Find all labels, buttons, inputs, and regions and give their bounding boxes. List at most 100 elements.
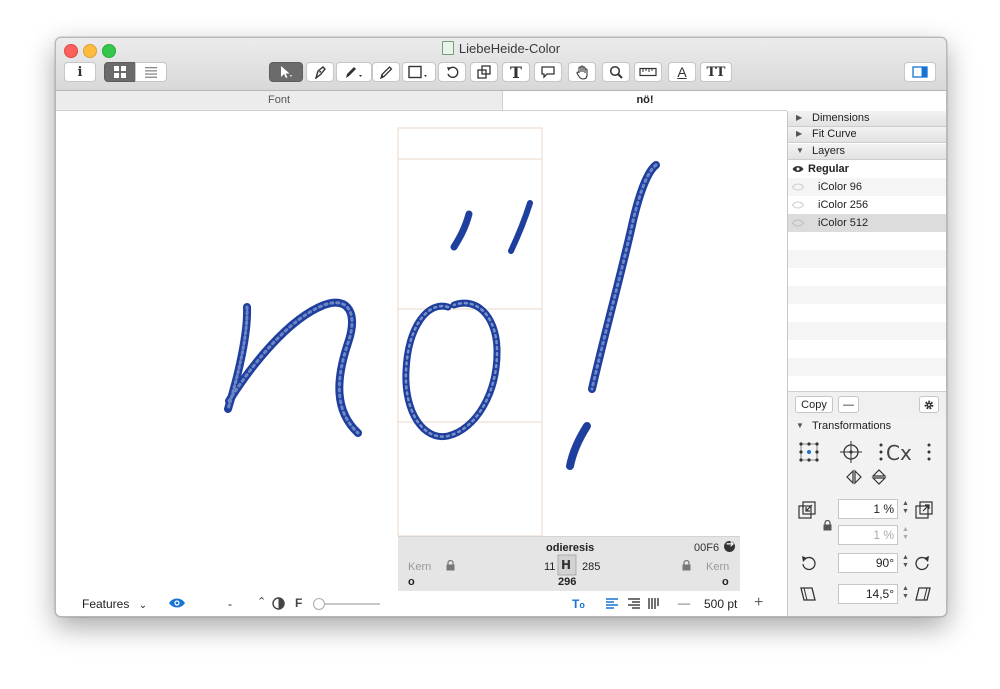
- eye-closed-icon[interactable]: [791, 200, 805, 212]
- width-value[interactable]: 296: [558, 576, 576, 588]
- master-popup[interactable]: -: [228, 597, 232, 611]
- glyph-exclamation-stroke: [566, 161, 660, 470]
- grid-icon: [114, 66, 126, 78]
- zoom-out-button[interactable]: —: [678, 596, 690, 610]
- scale-vertical-stepper[interactable]: ▲ ▼: [901, 526, 910, 544]
- scale-up-icon[interactable]: [915, 501, 933, 524]
- rotate-ccw-icon[interactable]: [800, 555, 816, 576]
- lsb-value[interactable]: 11: [544, 561, 555, 573]
- tab-bar: Font nö!: [56, 91, 787, 111]
- transformations-header[interactable]: Transformations: [812, 420, 891, 432]
- crosshair-icon[interactable]: [839, 441, 863, 468]
- rotate-angle-field[interactable]: 90°: [838, 553, 898, 573]
- scale-percent-field[interactable]: 1 %: [838, 499, 898, 519]
- remove-layer-button[interactable]: —: [838, 396, 859, 413]
- align-right-icon[interactable]: [628, 598, 640, 612]
- list-view-button[interactable]: [135, 62, 167, 82]
- pencil-tool-button[interactable]: [372, 62, 400, 82]
- align-left-icon[interactable]: [606, 598, 618, 612]
- measure-tool-button[interactable]: [634, 62, 662, 82]
- arrow-cursor-icon: [281, 66, 292, 78]
- left-lock-icon[interactable]: [446, 559, 455, 574]
- pen-nib-icon: [314, 66, 326, 79]
- preview-eye-icon[interactable]: [168, 597, 186, 612]
- tab-glyph-text[interactable]: nö!: [503, 91, 787, 110]
- section-dimensions[interactable]: ▶ Dimensions: [788, 111, 946, 127]
- slant-left-icon[interactable]: [800, 586, 816, 607]
- eye-closed-icon[interactable]: [791, 218, 805, 230]
- section-layers[interactable]: ▼ Layers: [788, 144, 946, 160]
- slant-right-icon[interactable]: [915, 586, 931, 607]
- list-icon: [145, 66, 157, 78]
- annotation-tool-button[interactable]: [534, 62, 562, 82]
- left-kern-label: Kern: [408, 561, 432, 573]
- scale-tool-button[interactable]: [470, 62, 498, 82]
- unicode-value[interactable]: 00F6: [694, 542, 719, 554]
- glyph-info-panel: odieresis 00F6 ➔ Kern 11 H 285 Kern 296 …: [398, 536, 740, 591]
- magnifier-icon: [609, 65, 623, 79]
- layer-row[interactable]: iColor 96: [788, 178, 946, 196]
- info-button[interactable]: i: [64, 62, 96, 82]
- disclosure-down-icon[interactable]: ▼: [796, 421, 804, 430]
- bottom-toolbar: Features ⌄ - ⌃ F To — 500 pt +: [56, 591, 787, 616]
- f-toggle[interactable]: F: [295, 596, 302, 610]
- slant-angle-field[interactable]: 14,5°: [838, 584, 898, 604]
- layer-row-regular[interactable]: Regular: [788, 160, 946, 178]
- layers-list: Regular iColor 96 iColor 256 iColor 512: [788, 160, 946, 391]
- metrics-button[interactable]: TT: [700, 62, 732, 82]
- copy-layer-button[interactable]: Copy: [795, 396, 833, 413]
- text-tool-button[interactable]: T: [502, 62, 530, 82]
- font-info-button[interactable]: A: [668, 62, 696, 82]
- shape-tool-button[interactable]: [402, 62, 436, 82]
- zoom-in-button[interactable]: +: [754, 594, 763, 612]
- gear-icon[interactable]: [919, 396, 939, 413]
- layer-row[interactable]: iColor 256: [788, 196, 946, 214]
- features-popup[interactable]: Features ⌄: [82, 597, 147, 611]
- section-fit-curve[interactable]: ▶ Fit Curve: [788, 127, 946, 143]
- rotate-cw-icon[interactable]: [915, 555, 931, 576]
- sidebar-toggle-button[interactable]: [904, 62, 936, 82]
- svg-text:H: H: [561, 558, 571, 572]
- scale-vertical-field[interactable]: 1 %: [838, 525, 898, 545]
- inspector-sidebar: ▶ Dimensions ▶ Fit Curve ▼ Layers Regular i…: [787, 111, 946, 616]
- contrast-icon[interactable]: [272, 597, 285, 613]
- glyph-drawing: [224, 127, 660, 536]
- slant-stepper[interactable]: ▲ ▼: [901, 585, 910, 603]
- origin-point-icon[interactable]: [798, 441, 820, 468]
- left-group[interactable]: o: [408, 576, 415, 588]
- draw-tool-button[interactable]: [306, 62, 334, 82]
- zoom-tool-button[interactable]: [602, 62, 630, 82]
- rotate-tool-button[interactable]: [438, 62, 466, 82]
- flip-vertical-icon[interactable]: [871, 469, 887, 490]
- rotate-stepper[interactable]: ▲ ▼: [901, 554, 910, 572]
- app-window: LiebeHeide-Color i T A TT Font nö! odier…: [55, 37, 947, 617]
- grid-view-button[interactable]: [104, 62, 136, 82]
- edit-canvas[interactable]: odieresis 00F6 ➔ Kern 11 H 285 Kern 296 …: [56, 111, 787, 591]
- scale-stepper[interactable]: ▲ ▼: [901, 500, 910, 518]
- tab-font[interactable]: Font: [56, 91, 503, 110]
- right-lock-icon[interactable]: [682, 559, 691, 574]
- glyph-name[interactable]: odieresis: [546, 542, 594, 554]
- eye-closed-icon[interactable]: [791, 182, 805, 194]
- glyph-o-stroke: [402, 200, 533, 441]
- text-options-icon[interactable]: To: [572, 597, 585, 611]
- rsb-value[interactable]: 285: [582, 561, 600, 573]
- font-size-field[interactable]: 500 pt: [704, 597, 737, 611]
- eye-icon[interactable]: [792, 164, 804, 176]
- document-icon: [441, 41, 454, 55]
- hand-tool-button[interactable]: [568, 62, 596, 82]
- proportional-lock-icon[interactable]: [823, 518, 832, 536]
- flip-horizontal-icon[interactable]: [846, 469, 862, 490]
- layers-actions: Copy —: [788, 391, 946, 419]
- go-to-glyph-icon[interactable]: ➔: [724, 539, 735, 552]
- master-stepper-icon[interactable]: ⌃: [257, 595, 266, 608]
- select-tool-button[interactable]: [269, 62, 303, 82]
- pen-tool-button[interactable]: [336, 62, 372, 82]
- sidebar-icon: [912, 66, 928, 78]
- right-group[interactable]: o: [722, 576, 729, 588]
- vertical-align-icon[interactable]: [648, 598, 660, 612]
- layer-row-selected[interactable]: iColor 512: [788, 214, 946, 232]
- align-selection-icon[interactable]: Cx: [877, 440, 933, 469]
- size-slider-knob[interactable]: [313, 598, 325, 610]
- scale-down-icon[interactable]: [798, 501, 816, 524]
